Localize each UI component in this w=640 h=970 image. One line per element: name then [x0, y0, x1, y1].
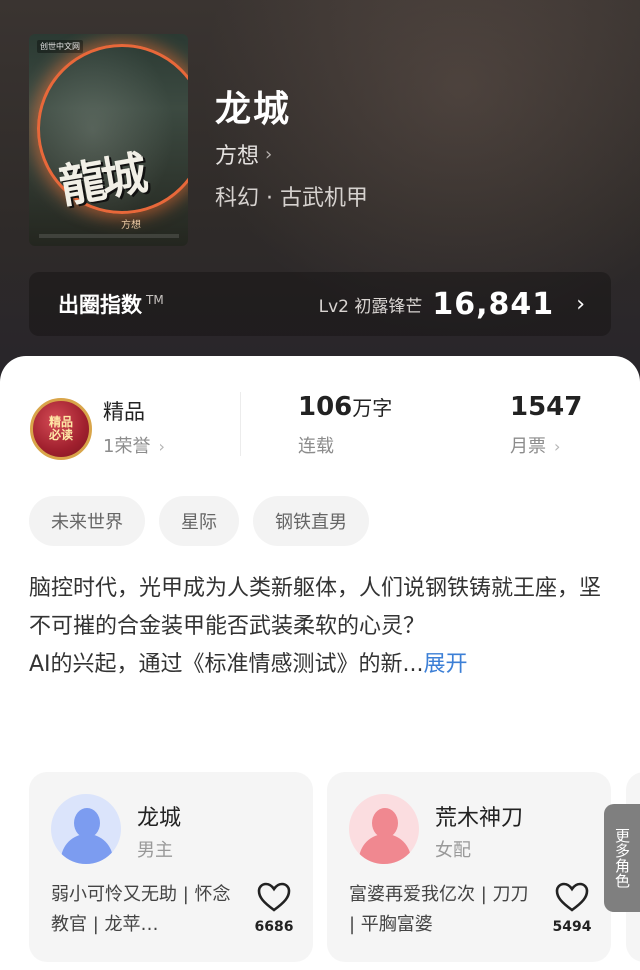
badge-emblem: 精品 必读 — [30, 398, 92, 460]
word-count-unit: 万字 — [352, 396, 393, 420]
author-link[interactable]: 方想 › — [215, 138, 272, 170]
monthly-tickets-value: 1547 — [510, 392, 583, 422]
like-count: 5494 — [552, 919, 592, 935]
chevron-right-icon: › — [158, 437, 165, 456]
monthly-tickets-link[interactable]: 月票 › — [510, 432, 560, 458]
tag-chip[interactable]: 未来世界 — [29, 496, 145, 546]
monthly-tickets-label: 月票 — [510, 436, 546, 457]
tag-chip[interactable]: 钢铁直男 — [253, 496, 369, 546]
expand-link[interactable]: 展开 — [424, 652, 468, 677]
more-roles-button[interactable]: 更多角色 — [604, 804, 640, 912]
chevron-right-icon: › — [554, 437, 561, 456]
avatar — [51, 794, 121, 864]
like-count: 6686 — [254, 919, 294, 935]
author-name: 方想 — [215, 144, 260, 169]
cover-strip — [39, 234, 179, 238]
character-name: 龙城 — [137, 806, 182, 831]
avatar-body — [61, 834, 113, 864]
character-role: 女配 — [435, 840, 471, 861]
avatar — [349, 794, 419, 864]
circle-index-title: 出圈指数 — [58, 293, 142, 317]
synopsis-text-2: AI的兴起，通过《标准情感测试》的新... — [29, 652, 424, 677]
avatar-body — [359, 834, 411, 864]
book-detail-sheet: 精品 必读 精品 1荣誉 › 106万字 连载 1547 月票 › 未来世界 星际 … — [0, 356, 640, 970]
synopsis-text: 脑控时代，光甲成为人类新躯体，人们说钢铁铸就王座，坚不可摧的合金装甲能否武装柔软… — [29, 576, 602, 639]
stats-divider — [240, 392, 241, 456]
character-card[interactable]: 荒木神刀 女配 富婆再爱我亿次 | 刀刀 | 平胸富婆 5494 — [327, 772, 611, 962]
cover-publisher: 创世中文网 — [37, 40, 83, 53]
circle-index-bar[interactable]: 出圈指数 TM Lv2 初露锋芒 16,841 › — [29, 272, 611, 336]
heart-icon[interactable] — [555, 882, 589, 912]
circle-index-level: Lv2 初露锋芒 — [318, 296, 423, 317]
trademark-mark: TM — [146, 293, 164, 307]
chevron-right-icon: › — [265, 143, 273, 165]
chevron-right-icon: › — [576, 291, 585, 317]
word-count-value: 106 — [298, 392, 353, 422]
heart-icon[interactable] — [257, 882, 291, 912]
serial-status: 连载 — [298, 436, 334, 457]
character-name: 荒木神刀 — [435, 806, 524, 831]
character-tags: 弱小可怜又无助 | 怀念教官 | 龙苹… — [51, 884, 231, 935]
stats-row: 精品 必读 精品 1荣誉 › 106万字 连载 1547 月票 › — [0, 384, 640, 474]
word-count: 106万字 — [298, 392, 392, 422]
more-roles-label: 更多角色 — [613, 828, 631, 888]
character-tags: 富婆再爱我亿次 | 刀刀 | 平胸富婆 — [349, 884, 529, 935]
book-header: 创世中文网 龍城 方想 龙城 方想 › 科幻 · 古武机甲 出圈指数 TM Lv2… — [0, 0, 640, 400]
tag-chip[interactable]: 星际 — [159, 496, 239, 546]
tag-list: 未来世界 星际 钢铁直男 — [29, 496, 369, 546]
circle-index-label: 出圈指数 TM — [58, 289, 164, 319]
character-role: 男主 — [137, 840, 173, 861]
book-title: 龙城 — [215, 89, 292, 130]
quality-badge-icon[interactable]: 精品 必读 — [30, 398, 92, 460]
honor-link[interactable]: 1荣誉 › — [103, 432, 165, 458]
book-cover[interactable]: 创世中文网 龍城 方想 — [29, 34, 188, 246]
circle-index-score: 16,841 — [432, 286, 555, 322]
book-genre: 科幻 · 古武机甲 — [215, 186, 368, 211]
character-list: 龙城 男主 弱小可怜又无助 | 怀念教官 | 龙苹… 6686 荒木神刀 女配 … — [29, 772, 640, 970]
quality-label: 精品 — [103, 400, 145, 424]
cover-author: 方想 — [121, 220, 141, 231]
honor-count: 1荣誉 — [103, 436, 151, 457]
synopsis: 脑控时代，光甲成为人类新躯体，人们说钢铁铸就王座，坚不可摧的合金装甲能否武装柔软… — [29, 570, 619, 684]
character-card[interactable]: 龙城 男主 弱小可怜又无助 | 怀念教官 | 龙苹… 6686 — [29, 772, 313, 962]
